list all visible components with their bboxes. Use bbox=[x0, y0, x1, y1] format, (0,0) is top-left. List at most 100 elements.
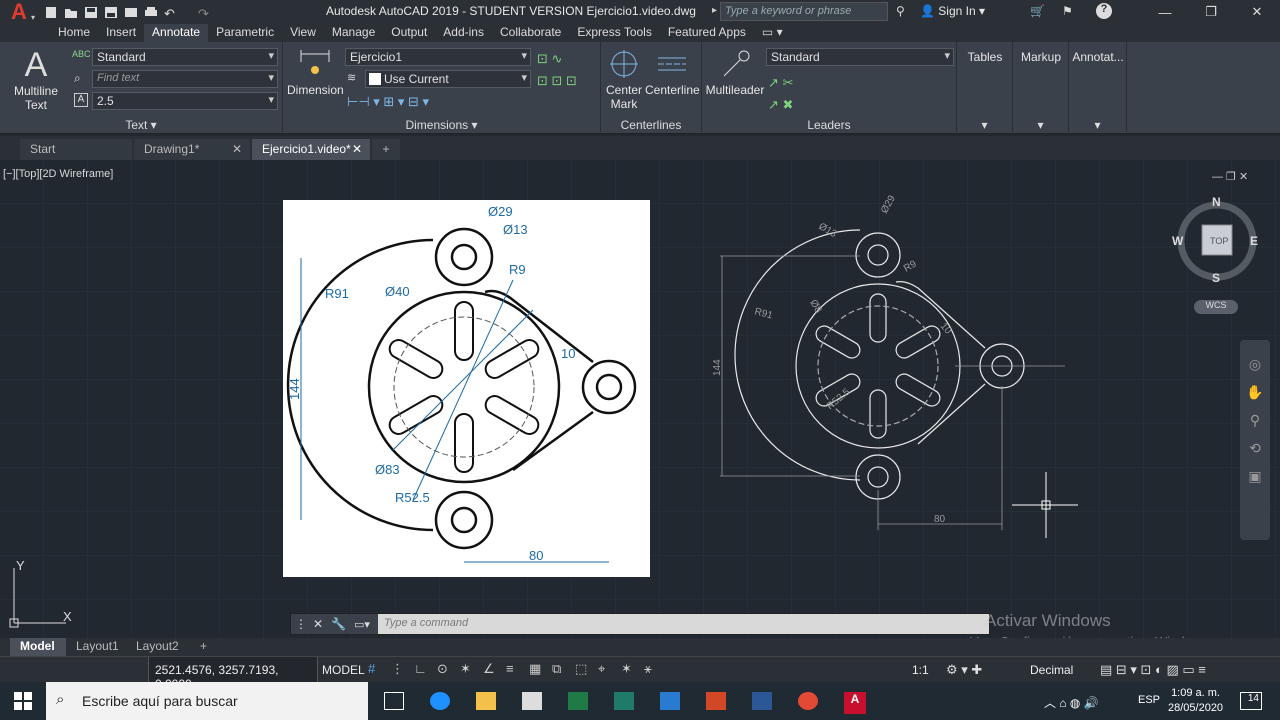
tab-collaborate[interactable]: Collaborate bbox=[492, 24, 569, 42]
new-icon[interactable] bbox=[44, 6, 58, 19]
save-icon[interactable] bbox=[84, 6, 98, 19]
print-icon[interactable] bbox=[144, 6, 158, 19]
recent-commands-icon[interactable]: ▭▾ bbox=[354, 618, 370, 631]
edge-icon[interactable] bbox=[430, 692, 450, 710]
centerline-button[interactable]: Centerline bbox=[645, 48, 700, 97]
close-command-icon[interactable]: ✕ bbox=[313, 617, 323, 631]
notifications-icon[interactable]: 14 bbox=[1240, 692, 1262, 710]
close-tab-icon[interactable]: ✕ bbox=[352, 142, 362, 156]
status-extra-icons[interactable]: ▤ ⊟ ▾ ⊡ ◐ ▨ ▭ ≡ bbox=[1100, 662, 1206, 678]
minimize-button[interactable]: — bbox=[1142, 0, 1188, 24]
search-expand-icon[interactable]: ▸ bbox=[712, 5, 717, 16]
close-tab-icon[interactable]: ✕ bbox=[232, 142, 242, 156]
annotation-scale[interactable]: 1:1 bbox=[912, 663, 929, 677]
word-icon[interactable] bbox=[752, 692, 772, 710]
coordinates-display[interactable]: 2521.4576, 3257.7193, 0.0000 bbox=[148, 657, 318, 691]
tab-insert[interactable]: Insert bbox=[98, 24, 144, 42]
file-explorer-icon[interactable] bbox=[476, 692, 496, 710]
task-view-icon[interactable] bbox=[384, 692, 404, 710]
osnap-icon[interactable]: ✶ bbox=[460, 661, 474, 677]
web-icon[interactable] bbox=[124, 6, 138, 19]
mail-icon[interactable] bbox=[660, 692, 680, 710]
open-icon[interactable] bbox=[64, 6, 78, 19]
keyword-search-input[interactable]: Type a keyword or phrase bbox=[720, 2, 888, 21]
new-tab-button[interactable]: + bbox=[372, 139, 400, 160]
file-tab-ejercicio1[interactable]: Ejercicio1.video* ✕ bbox=[252, 139, 370, 160]
workspace-icon[interactable]: ⚙ ▾ ✚ bbox=[946, 662, 982, 678]
viewport-window-controls[interactable]: — ❐ ✕ bbox=[1212, 170, 1248, 183]
help-icon[interactable]: ? bbox=[1096, 3, 1112, 19]
clock[interactable]: 1:09 a. m. 28/05/2020 bbox=[1168, 686, 1223, 716]
autocad-logo-icon[interactable]: A ▾ bbox=[0, 0, 38, 24]
model-space-button[interactable]: MODEL bbox=[322, 663, 365, 677]
new-layout-button[interactable]: + bbox=[190, 638, 214, 656]
find-text-input[interactable]: Find text bbox=[92, 70, 278, 88]
sign-in-button[interactable]: 👤 Sign In ▾ bbox=[920, 4, 985, 18]
excel-icon[interactable] bbox=[568, 692, 588, 710]
windows-start-icon[interactable] bbox=[14, 692, 32, 713]
tab-layout2[interactable]: Layout2 bbox=[126, 638, 186, 656]
snap-icon[interactable]: ⋮ bbox=[391, 661, 405, 677]
otrack-icon[interactable]: ∠ bbox=[483, 661, 497, 677]
text-panel-title[interactable]: Text ▾ bbox=[0, 118, 282, 132]
dynamic-ucs-icon[interactable]: ⌖ bbox=[598, 661, 612, 677]
cart-icon[interactable]: 🛒 bbox=[1030, 4, 1045, 18]
grid-icon[interactable]: # bbox=[368, 661, 382, 677]
file-tab-drawing1[interactable]: Drawing1* ✕ bbox=[134, 139, 250, 160]
tab-manage[interactable]: Manage bbox=[324, 24, 383, 42]
viewcube[interactable]: TOP N S E W bbox=[1172, 196, 1262, 286]
tab-featured-apps[interactable]: Featured Apps bbox=[660, 24, 754, 42]
annotation-visibility-icon[interactable]: ✶ bbox=[621, 661, 635, 677]
tables-panel[interactable]: Tables ▾ bbox=[957, 42, 1013, 134]
polar-icon[interactable]: ⊙ bbox=[437, 661, 451, 677]
grip-icon[interactable]: ⋮ bbox=[295, 617, 307, 631]
store-icon[interactable] bbox=[522, 692, 542, 710]
ribbon-toggle-icon[interactable]: ▭ ▾ bbox=[754, 24, 791, 42]
powerpoint-icon[interactable] bbox=[706, 692, 726, 710]
exchange-icon[interactable]: ⚑ bbox=[1062, 4, 1073, 18]
viewport-controls[interactable]: [−][Top][2D Wireframe] bbox=[3, 168, 113, 180]
tab-model[interactable]: Model bbox=[10, 638, 66, 656]
annotate-panel[interactable]: Annotat... ▾ bbox=[1069, 42, 1127, 134]
pan-icon[interactable]: ✋ bbox=[1240, 378, 1270, 406]
showmotion-icon[interactable]: ▣ bbox=[1240, 462, 1270, 490]
tab-express-tools[interactable]: Express Tools bbox=[569, 24, 659, 42]
undo-icon[interactable]: ↶ bbox=[164, 6, 178, 21]
dimensions-panel-title[interactable]: Dimensions ▾ bbox=[283, 118, 600, 132]
dim-extra-icons[interactable]: ⊡ ∿ ⊡ ⊡ ⊡ bbox=[537, 48, 577, 92]
language-indicator[interactable]: ESP bbox=[1138, 694, 1160, 706]
ortho-icon[interactable]: ∟ bbox=[414, 661, 428, 677]
tab-output[interactable]: Output bbox=[383, 24, 435, 42]
text-style-select[interactable]: Standard bbox=[92, 48, 278, 66]
binoculars-icon[interactable]: ⚲ bbox=[896, 4, 905, 18]
leader-tools-icons[interactable]: ↗ ✂ ↗ ✖ bbox=[768, 72, 793, 116]
wcs-menu[interactable]: WCS bbox=[1194, 300, 1238, 314]
leader-style-select[interactable]: Standard bbox=[766, 48, 954, 66]
tab-home[interactable]: Home bbox=[50, 24, 98, 42]
tab-annotate[interactable]: Annotate bbox=[144, 24, 209, 42]
tab-view[interactable]: View bbox=[282, 24, 324, 42]
3d-osnap-icon[interactable]: ⬚ bbox=[575, 661, 589, 677]
multileader-button[interactable]: Multileader bbox=[704, 48, 766, 97]
units-select[interactable]: Decimal bbox=[1030, 663, 1073, 677]
file-tab-start[interactable]: Start bbox=[20, 139, 132, 160]
customize-icon[interactable]: 🔧 bbox=[331, 617, 346, 631]
transparency-icon[interactable]: ▦ bbox=[529, 661, 543, 677]
dimension-button[interactable]: Dimension bbox=[287, 48, 344, 97]
drawing-canvas[interactable]: [−][Top][2D Wireframe] Ø29 Ø13 R9 R91 Ø4… bbox=[0, 160, 1280, 638]
autocad-taskbar-icon[interactable]: A bbox=[844, 692, 866, 714]
taskbar-search-input[interactable]: ⌕ Escribe aquí para buscar bbox=[46, 682, 368, 720]
text-height-select[interactable]: 2.5 bbox=[92, 92, 278, 110]
dim-layer-select[interactable]: Use Current bbox=[365, 70, 531, 88]
maximize-button[interactable]: ❐ bbox=[1188, 0, 1234, 24]
markup-panel[interactable]: Markup ▾ bbox=[1013, 42, 1069, 134]
dim-style-select[interactable]: Ejercicio1 bbox=[345, 48, 531, 66]
tab-layout1[interactable]: Layout1 bbox=[66, 638, 126, 656]
viewcube-top-face[interactable]: TOP bbox=[1210, 236, 1228, 246]
orbit-icon[interactable]: ⟲ bbox=[1240, 434, 1270, 462]
redo-icon[interactable]: ↷ bbox=[198, 6, 212, 21]
steering-wheel-icon[interactable]: ◎ bbox=[1240, 350, 1270, 378]
lineweight-icon[interactable]: ≡ bbox=[506, 661, 520, 677]
auto-scale-icon[interactable]: ⚹ bbox=[644, 661, 658, 677]
command-input[interactable]: Type a command bbox=[377, 614, 989, 634]
